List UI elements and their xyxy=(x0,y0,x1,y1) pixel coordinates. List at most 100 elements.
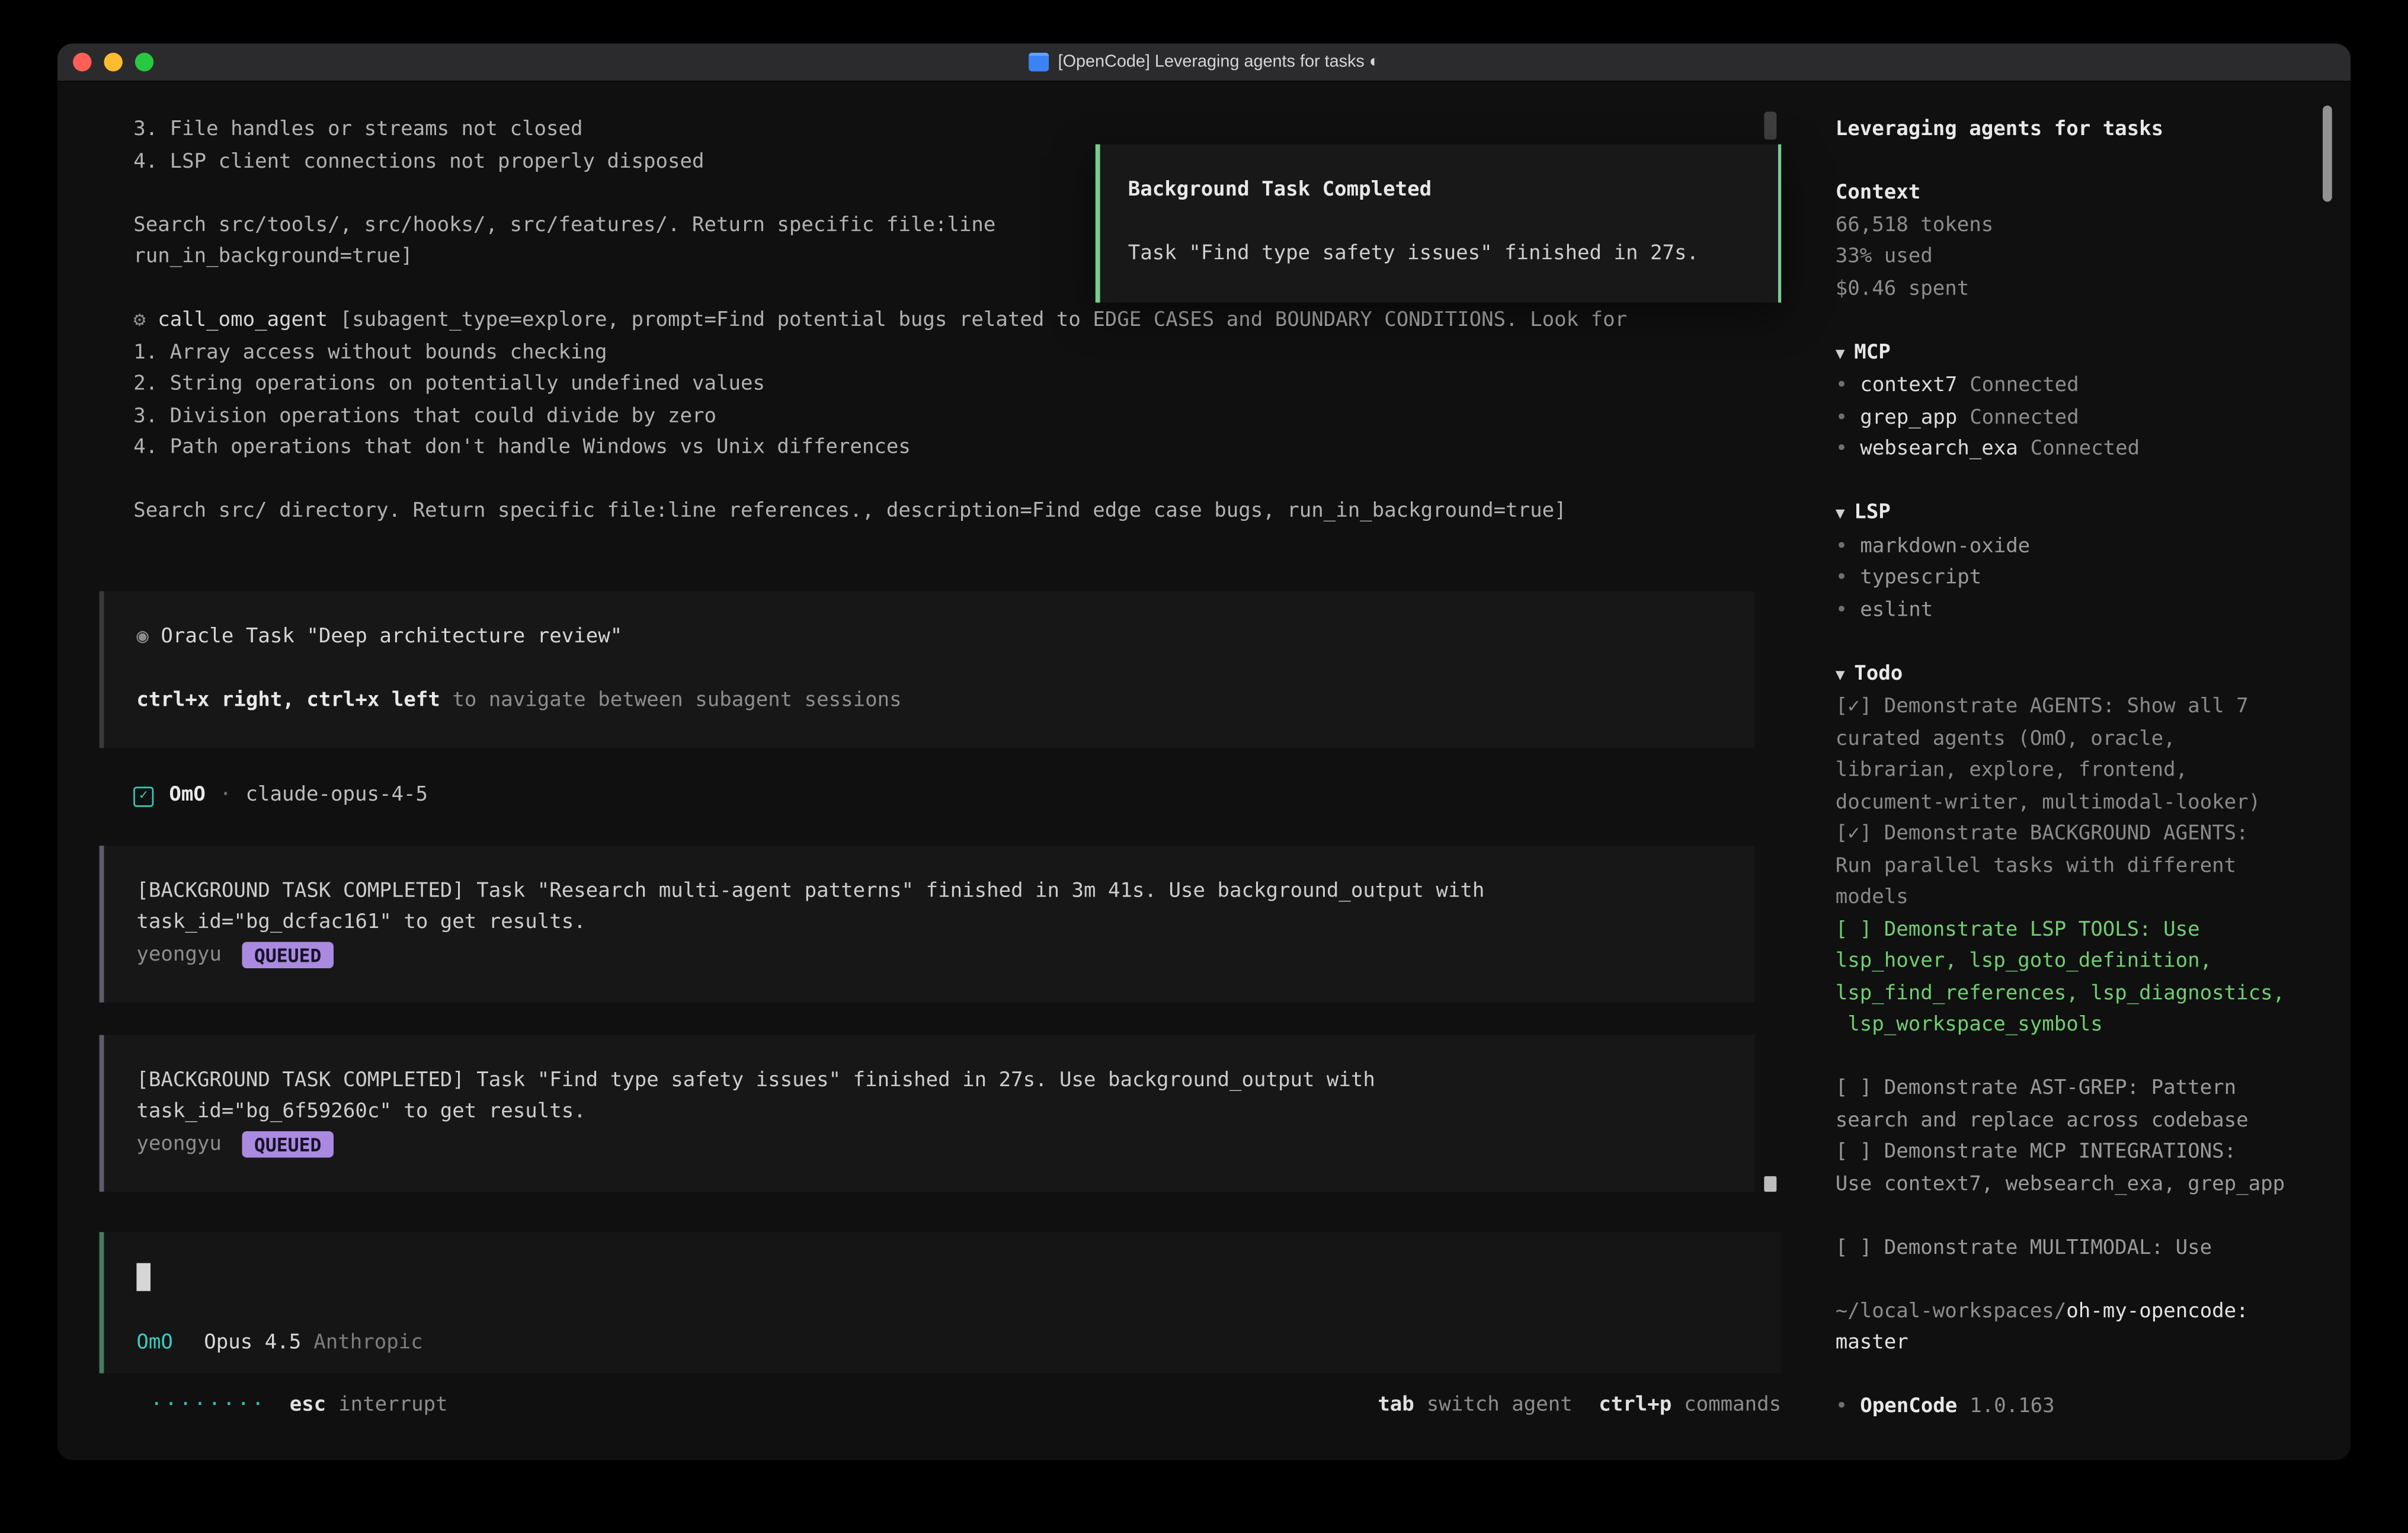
context-spent: $0.46 spent xyxy=(1836,274,2351,306)
esc-key-hint: esc xyxy=(290,1390,326,1422)
lsp-item: • markdown-oxide xyxy=(1836,532,2351,564)
todo-item-pending: search and replace across codebase xyxy=(1836,1106,2351,1138)
window-title: [OpenCode] Leveraging agents for tasks ◐ xyxy=(57,43,2351,81)
tool-args: [subagent_type=explore, prompt=Find pote… xyxy=(328,309,1627,332)
bullet-icon: • xyxy=(1836,374,1847,397)
ctrlp-key-label: commands xyxy=(1684,1390,1781,1422)
todo-item-current: lsp_workspace_symbols xyxy=(1836,1010,2351,1042)
message-meta: yeongyu QUEUED xyxy=(136,940,1717,972)
status-badge: QUEUED xyxy=(242,942,334,969)
lsp-header-label: LSP xyxy=(1854,501,1890,524)
lsp-item-name: markdown-oxide xyxy=(1860,535,2030,558)
lsp-section-header[interactable]: ▼LSP xyxy=(1836,498,2351,532)
prompt-input[interactable]: OmOOpus 4.5Anthropic xyxy=(100,1232,1782,1372)
input-line xyxy=(136,1263,1744,1297)
agent-model: claude-opus-4-5 xyxy=(246,780,428,812)
mcp-item-name: websearch_exa xyxy=(1860,437,2018,460)
tool-close-line: Search src/ directory. Return specific f… xyxy=(133,497,1811,529)
lsp-item-name: eslint xyxy=(1860,598,1933,621)
todo-section-header[interactable]: ▼ Todo xyxy=(1836,659,2351,692)
todo-item-done: document-writer, multimodal-looker) xyxy=(1836,788,2351,820)
bullet-icon: • xyxy=(1836,437,1847,460)
mcp-item: • websearch_exa Connected xyxy=(1836,434,2351,466)
message-line: task_id="bg_6f59260c" to get results. xyxy=(136,1097,1717,1129)
zoom-button[interactable] xyxy=(135,53,153,71)
workspace-repo-name: oh-my-opencode: xyxy=(2066,1300,2248,1323)
todo-item-done: Run parallel tasks with different xyxy=(1836,851,2351,883)
message-author: yeongyu xyxy=(136,940,221,972)
tool-item: 2. String operations on potentially unde… xyxy=(133,369,1811,401)
ctrlp-key-hint: ctrl+p xyxy=(1599,1390,1671,1422)
mcp-section-header[interactable]: ▼MCP xyxy=(1836,338,2351,371)
separator-dot: · xyxy=(219,780,231,812)
todo-item-pending: Use context7, websearch_exa, grep_app xyxy=(1836,1169,2351,1201)
tab-key-hint: tab xyxy=(1378,1390,1414,1422)
status-bar: ········ esc interrupt tab switch agent c… xyxy=(100,1390,1811,1422)
todo-item-current: lsp_find_references, lsp_diagnostics, xyxy=(1836,978,2351,1010)
mcp-item-status: Connected xyxy=(2031,437,2140,460)
close-button[interactable] xyxy=(73,53,91,71)
sidebar-scrollbar-thumb[interactable] xyxy=(2323,105,2332,201)
opencode-name: OpenCode xyxy=(1860,1395,1957,1418)
oracle-title-line: ◉ Oracle Task "Deep architecture review" xyxy=(136,622,1717,654)
mcp-item-name: grep_app xyxy=(1860,406,1957,429)
chevron-down-icon: ▼ xyxy=(1836,667,1845,684)
oracle-task-panel: ◉ Oracle Task "Deep architecture review"… xyxy=(100,590,1755,748)
notification-title: Background Task Completed xyxy=(1128,175,1778,207)
workspace-path: ~/local-workspaces/oh-my-opencode: xyxy=(1836,1297,2351,1329)
context-tokens: 66,518 tokens xyxy=(1836,210,2351,242)
input-agent-name: OmO xyxy=(136,1332,172,1355)
desktop: [OpenCode] Leveraging agents for tasks ◐… xyxy=(0,0,2408,1533)
tool-call-line: ⚙ call_omo_agent [subagent_type=explore,… xyxy=(133,306,1811,338)
agent-name: OmO xyxy=(169,780,205,812)
todo-header-label: Todo xyxy=(1854,662,1903,685)
todo-item-pending: [ ] Demonstrate AST-GREP: Pattern xyxy=(1836,1074,2351,1106)
message-author: yeongyu xyxy=(136,1129,221,1161)
oracle-hint-keys: ctrl+x right, ctrl+x left xyxy=(136,688,440,711)
todo-item-done: [✓] Demonstrate BACKGROUND AGENTS: xyxy=(1836,820,2351,852)
gear-icon: ⚙ xyxy=(133,309,145,332)
oracle-hint-line: ctrl+x right, ctrl+x left to navigate be… xyxy=(136,685,1717,717)
oracle-icon: ◉ xyxy=(136,625,148,648)
titlebar[interactable]: [OpenCode] Leveraging agents for tasks ◐ xyxy=(57,43,2351,82)
tool-name: call_omo_agent xyxy=(158,309,328,332)
lsp-item: •eslint xyxy=(1836,595,2351,627)
agent-session-header: ✓ OmO · claude-opus-4-5 xyxy=(133,780,1811,812)
text-cursor xyxy=(136,1263,150,1291)
lsp-item: • typescript xyxy=(1836,564,2351,596)
esc-key-label: interrupt xyxy=(338,1390,447,1422)
traffic-lights xyxy=(57,53,153,71)
tool-item: 4. Path operations that don't handle Win… xyxy=(133,433,1811,465)
window-title-text: [OpenCode] Leveraging agents for tasks ◐ xyxy=(1058,53,1380,71)
spinner-dots: ········ xyxy=(150,1390,266,1422)
tab-key-label: switch agent xyxy=(1427,1390,1573,1422)
bullet-icon: • xyxy=(1836,535,1847,558)
message-line: [BACKGROUND TASK COMPLETED] Task "Resear… xyxy=(136,876,1717,908)
mcp-item: •grep_appConnected xyxy=(1836,403,2351,435)
message-line: task_id="bg_dcfac161" to get results. xyxy=(136,908,1717,940)
opencode-version: 1.0.163 xyxy=(1970,1395,2054,1418)
terminal-window: [OpenCode] Leveraging agents for tasks ◐… xyxy=(57,43,2351,1460)
input-provider-name: Anthropic xyxy=(313,1332,422,1355)
lsp-item-name: typescript xyxy=(1860,567,1981,590)
todo-item-done: models xyxy=(1836,883,2351,915)
chevron-down-icon: ▼ xyxy=(1836,345,1845,363)
agent-checkbox-icon: ✓ xyxy=(133,786,153,806)
message-meta: yeongyu QUEUED xyxy=(136,1129,1717,1161)
todo-item-done: curated agents (OmO, oracle, xyxy=(1836,724,2351,756)
main-scrollbar-thumb[interactable] xyxy=(1764,112,1776,140)
context-used: 33% used xyxy=(1836,242,2351,274)
bullet-icon: • xyxy=(1836,567,1847,590)
minimize-button[interactable] xyxy=(104,53,122,71)
todo-item-pending: [ ] Demonstrate MULTIMODAL: Use xyxy=(1836,1233,2351,1265)
main-scrollbar-marker[interactable] xyxy=(1764,1176,1776,1192)
oracle-hint-text: to navigate between subagent sessions xyxy=(440,688,902,711)
todo-item-done: librarian, explore, frontend, xyxy=(1836,756,2351,788)
model-selector-row[interactable]: OmOOpus 4.5Anthropic xyxy=(136,1329,1744,1361)
todo-item-pending: [ ] Demonstrate MCP INTEGRATIONS: xyxy=(1836,1137,2351,1169)
notebook-icon xyxy=(1029,53,1049,71)
oracle-title: Oracle Task "Deep architecture review" xyxy=(149,625,622,648)
status-badge: QUEUED xyxy=(242,1132,334,1158)
tab-hint-group: tab switch agent xyxy=(1378,1390,1572,1422)
log-line: 3. File handles or streams not closed xyxy=(133,115,1811,147)
